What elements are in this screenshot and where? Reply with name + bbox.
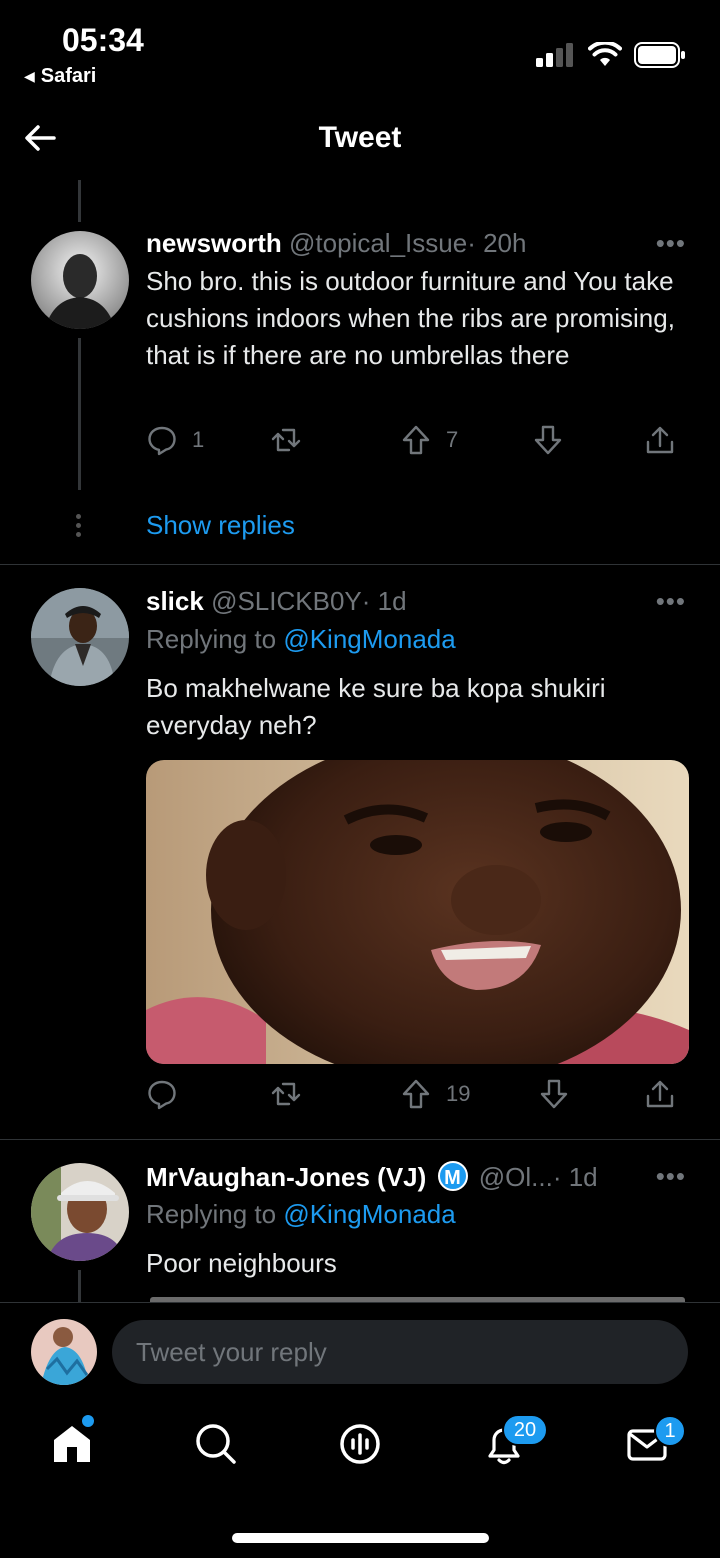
home-unread-dot [82, 1415, 94, 1427]
more-thread-dots [76, 514, 82, 541]
retweet-icon [271, 1082, 301, 1106]
replying-prefix: Replying to [146, 624, 284, 654]
avatar-slick[interactable] [31, 588, 129, 686]
home-indicator[interactable] [232, 1533, 489, 1543]
status-icons [536, 42, 686, 68]
author-handle[interactable]: @SLICKB0Y [211, 586, 362, 616]
divider [0, 1139, 720, 1140]
tweet-screen: 05:34 ◀ Safari Tweet newsworth @topical_… [0, 0, 720, 1558]
tab-search[interactable] [192, 1420, 240, 1468]
author-handle[interactable]: @Ol... [479, 1162, 553, 1192]
share-button[interactable] [644, 424, 676, 456]
retweet-icon [271, 428, 301, 452]
show-replies-link[interactable]: Show replies [146, 510, 295, 541]
more-options-icon[interactable]: ••• [656, 586, 686, 617]
reply-icon [148, 1080, 176, 1110]
tweet-header: slick @SLICKB0Y· 1d [146, 586, 407, 617]
spaces-microphone-icon [340, 1424, 380, 1464]
author-name[interactable]: MrVaughan-Jones (VJ) [146, 1162, 426, 1192]
tweet-media-photo[interactable] [146, 760, 689, 1064]
downvote-arrow-icon [534, 425, 562, 455]
home-icon [54, 1426, 90, 1462]
upvote-count: 7 [446, 427, 459, 452]
upvote-button[interactable]: 7 [400, 424, 458, 456]
status-time: 05:34 [62, 22, 144, 58]
thread-line [78, 1270, 81, 1302]
messages-count-badge: 1 [654, 1415, 686, 1447]
tab-spaces[interactable] [336, 1420, 384, 1468]
share-button[interactable] [644, 1078, 676, 1110]
wifi-icon [588, 42, 622, 66]
more-options-icon[interactable]: ••• [656, 228, 686, 259]
my-avatar[interactable] [31, 1319, 97, 1385]
tweet-time: · 20h [467, 228, 527, 258]
retweet-button[interactable] [270, 424, 302, 456]
avatar-mrvaughan-jones[interactable] [31, 1163, 129, 1261]
upvote-count: 19 [446, 1081, 471, 1106]
replying-to: Replying to @KingMonada [146, 1199, 456, 1230]
reply-button[interactable]: 1 [146, 424, 204, 456]
upvote-button[interactable]: 19 [400, 1078, 470, 1110]
tweet-actions: 1 7 [146, 424, 686, 464]
author-handle[interactable]: @topical_Issue [289, 228, 467, 258]
replying-to: Replying to @KingMonada [146, 624, 456, 655]
author-name[interactable]: newsworth [146, 228, 282, 258]
tweet-time: · 1d [361, 586, 407, 616]
retweet-button[interactable] [270, 1078, 302, 1110]
tweet-text: Poor neighbours [146, 1248, 337, 1278]
reply-count: 1 [192, 427, 205, 452]
downvote-arrow-icon [540, 1079, 568, 1109]
tweet-time: · 1d [552, 1162, 598, 1192]
divider [0, 564, 720, 565]
mention-link[interactable]: @KingMonada [283, 1199, 455, 1229]
share-icon [646, 1080, 674, 1108]
reply-button[interactable] [146, 1078, 178, 1110]
back-triangle-icon: ◀ [24, 68, 35, 84]
downvote-button[interactable] [538, 1078, 570, 1110]
more-options-icon[interactable]: ••• [656, 1161, 686, 1192]
thread-line [78, 338, 81, 490]
replying-prefix: Replying to [146, 1199, 284, 1229]
tweet-text: Bo makhelwane ke sure ba kopa shukiri ev… [146, 673, 606, 740]
tweet-actions: 19 [146, 1078, 686, 1118]
tab-home[interactable] [48, 1415, 96, 1468]
back-to-app-link[interactable]: ◀ Safari [24, 65, 96, 88]
share-icon [646, 426, 674, 454]
reply-input[interactable] [112, 1320, 688, 1384]
tweet-text: Sho bro. this is outdoor furniture and Y… [146, 266, 675, 370]
page-title: Tweet [318, 121, 402, 154]
search-icon [196, 1424, 236, 1464]
battery-icon [634, 42, 685, 68]
tweet-header: MrVaughan-Jones (VJ) M @Ol...· 1d [146, 1161, 598, 1193]
mention-link[interactable]: @KingMonada [283, 624, 455, 654]
avatar-newsworth[interactable] [31, 231, 129, 329]
upvote-arrow-icon [402, 1079, 430, 1109]
reply-icon [148, 426, 176, 456]
notifications-count-badge: 20 [502, 1414, 548, 1446]
tweet-header: newsworth @topical_Issue· 20h [146, 228, 526, 259]
cellular-signal-icon [536, 43, 573, 67]
thread-line [78, 180, 81, 222]
author-name[interactable]: slick [146, 586, 204, 616]
verified-badge-icon: M [437, 1161, 468, 1191]
back-app-label: Safari [40, 65, 97, 87]
upvote-arrow-icon [402, 425, 430, 455]
downvote-button[interactable] [532, 424, 564, 456]
